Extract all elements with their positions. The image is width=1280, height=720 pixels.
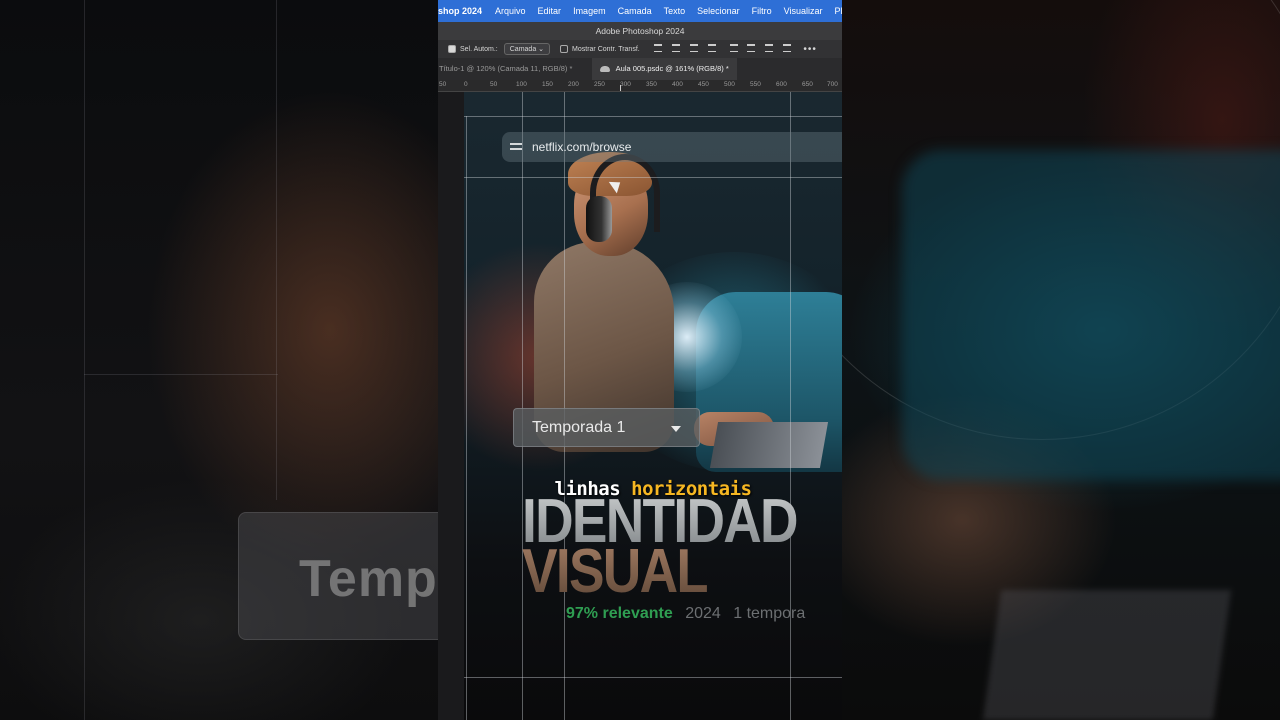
ruler-tick: 400 — [672, 81, 683, 88]
tab-aula-005-label: Aula 005.psdc @ 161% (RGB/8) * — [615, 64, 729, 73]
show-transform-label: Mostrar Contr. Transf. — [572, 45, 640, 53]
ruler-tick: 50 — [490, 81, 498, 88]
headline-line-2: VISUAL — [522, 537, 709, 606]
document-canvas[interactable]: netflix.com/browse Temporada 1 IDENTIDAD… — [464, 92, 842, 720]
guide-line-vertical[interactable] — [466, 116, 467, 720]
release-year: 2024 — [685, 605, 721, 622]
blurred-monitor — [902, 150, 1280, 480]
ruler-tick: 650 — [802, 81, 813, 88]
auto-select-label: Sel. Autom.: — [460, 45, 498, 53]
ruler-tick: 200 — [568, 81, 579, 88]
ruler-tick: 0 — [464, 81, 468, 88]
ruler-tick: 700 — [827, 81, 838, 88]
menu-camada[interactable]: Camada — [612, 6, 658, 16]
ruler-tick: 600 — [776, 81, 787, 88]
align-vcenter-icon[interactable] — [783, 44, 792, 52]
menu-plugins[interactable]: Plu — [829, 6, 842, 16]
ruler-tick: 150 — [542, 81, 553, 88]
ruler-tick: 50 — [439, 81, 447, 88]
season-ghost-label: Temp — [299, 550, 438, 608]
guide-line-horizontal[interactable] — [464, 177, 842, 178]
align-left-icon[interactable] — [653, 44, 662, 52]
video-caption: linhas horizontais — [464, 478, 842, 500]
horizontal-ruler[interactable]: 50 0 50 100 150 200 250 300 350 400 450 … — [438, 80, 842, 92]
options-bar: Sel. Autom.: Camada ⌄ Mostrar Contr. Tra… — [438, 40, 842, 58]
ruler-tick: 100 — [516, 81, 527, 88]
align-right-icon[interactable] — [689, 44, 698, 52]
guide-line — [84, 0, 85, 720]
menu-selecionar[interactable]: Selecionar — [691, 6, 746, 16]
title-metadata: 97% relevante 2024 1 tempora — [566, 605, 805, 623]
ruler-tick: 450 — [698, 81, 709, 88]
align-hcenter-icon[interactable] — [707, 44, 716, 52]
menu-texto[interactable]: Texto — [658, 6, 692, 16]
guide-line-vertical[interactable] — [522, 92, 523, 720]
caption-word-2: horizontais — [631, 478, 752, 500]
align-middle-icon[interactable] — [747, 44, 756, 52]
menu-bar: shop 2024 Arquivo Editar Imagem Camada T… — [438, 0, 842, 22]
address-bar[interactable]: netflix.com/browse — [502, 132, 842, 162]
season-selector-ghost: Temp — [238, 512, 438, 640]
laptop — [709, 422, 829, 468]
more-options-icon[interactable]: ••• — [803, 44, 817, 55]
ruler-tick: 550 — [750, 81, 761, 88]
tab-aula-005[interactable]: Aula 005.psdc @ 161% (RGB/8) * — [592, 58, 737, 80]
auto-select-value: Camada — [509, 46, 537, 53]
document-tabs: Título-1 @ 120% (Camada 11, RGB/8) * Aul… — [438, 58, 842, 80]
menu-arquivo[interactable]: Arquivo — [489, 6, 532, 16]
align-top-icon[interactable] — [729, 44, 738, 52]
align-group — [650, 44, 796, 54]
photoshop-window: shop 2024 Arquivo Editar Imagem Camada T… — [438, 0, 842, 720]
menu-filtro[interactable]: Filtro — [746, 6, 778, 16]
address-text: netflix.com/browse — [532, 140, 632, 154]
tab-titulo-1[interactable]: Título-1 @ 120% (Camada 11, RGB/8) * — [438, 58, 572, 80]
blurred-right-panel — [842, 0, 1280, 720]
cloud-doc-icon — [600, 66, 610, 73]
guide-line-vertical[interactable] — [564, 92, 565, 720]
guide-line — [84, 374, 278, 375]
blurred-laptop — [982, 590, 1232, 720]
ruler-cursor-marker — [620, 85, 621, 91]
show-transform-checkbox[interactable] — [560, 45, 569, 53]
season-selector-label: Temporada 1 — [532, 418, 626, 436]
season-count: 1 tempora — [733, 605, 806, 622]
ruler-tick: 300 — [620, 81, 631, 88]
align-center-icon[interactable] — [671, 44, 680, 52]
guide-line-horizontal[interactable] — [464, 677, 842, 678]
guide-line — [276, 0, 277, 500]
menu-imagem[interactable]: Imagem — [567, 6, 612, 16]
window-title: Adobe Photoshop 2024 — [438, 22, 842, 40]
auto-select-dropdown[interactable]: Camada ⌄ — [503, 43, 551, 55]
app-menu[interactable]: shop 2024 — [438, 6, 489, 16]
ruler-tick: 350 — [646, 81, 657, 88]
season-selector[interactable]: Temporada 1 — [513, 408, 700, 447]
blurred-left-panel: Temp — [0, 0, 438, 720]
ruler-tick: 500 — [724, 81, 735, 88]
caption-word-1: linhas — [554, 478, 621, 500]
align-bottom-icon[interactable] — [765, 44, 774, 52]
guide-line-vertical[interactable] — [790, 92, 791, 720]
relevance-score: 97% relevante — [566, 605, 673, 622]
auto-select-checkbox[interactable] — [448, 45, 456, 53]
tune-icon — [510, 142, 522, 152]
menu-visualizar[interactable]: Visualizar — [778, 6, 829, 16]
guide-line-horizontal[interactable] — [464, 116, 842, 117]
menu-editar[interactable]: Editar — [532, 6, 568, 16]
caret-down-icon — [671, 426, 681, 432]
canvas-pasteboard — [438, 92, 464, 720]
ruler-tick: 250 — [594, 81, 605, 88]
headphone-cup — [586, 196, 612, 242]
